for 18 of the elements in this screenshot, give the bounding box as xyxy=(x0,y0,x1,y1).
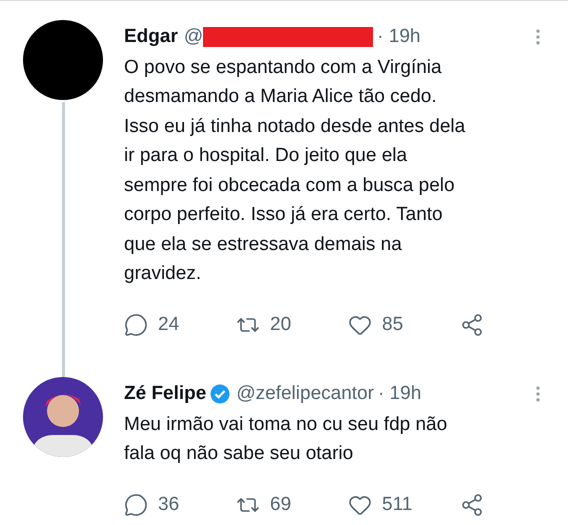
action-count: 24 xyxy=(158,312,180,336)
tweet-time: · 19h xyxy=(377,25,420,49)
tweet-time: · 19h xyxy=(378,382,422,406)
reply-icon[interactable] xyxy=(124,312,148,337)
share-icon[interactable] xyxy=(460,492,484,517)
user-name: Edgar xyxy=(124,25,178,49)
action-count: 36 xyxy=(158,492,180,516)
reply-icon[interactable] xyxy=(124,492,148,517)
share-icon[interactable] xyxy=(460,312,484,337)
user-handle[interactable]: @ xyxy=(184,23,204,52)
action-count: 20 xyxy=(270,312,292,336)
user-handle[interactable]: @zefelipecantor xyxy=(236,380,374,408)
action-count: 69 xyxy=(270,492,292,516)
user-name: Zé Felipe xyxy=(124,382,206,406)
tweet-text: Meu irmão vai toma no cu seu fdp não fala oq não sabe seu otario xyxy=(124,412,448,466)
action-count: 85 xyxy=(382,312,404,336)
tweet-text: O povo se espantando com a Virgínia desmamando a Maria Alice tão cedo. Isso eu já tinha notado desde antes dela ir para o hospital. Do jeito que ela sempre foi obcecada com a busca pelo corpo perfeito. Isso já era certo. Tanto que ela se estressava demais na gravidez. xyxy=(124,56,466,286)
action-count: 511 xyxy=(382,492,412,516)
